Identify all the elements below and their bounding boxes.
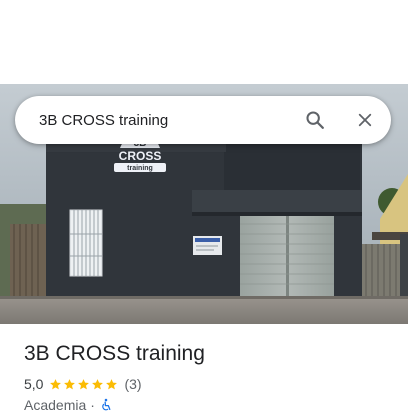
review-count[interactable]: (3) (124, 376, 141, 392)
star-icon (92, 378, 104, 389)
category-row: Academia · (24, 396, 113, 414)
search-button[interactable] (301, 106, 329, 134)
place-title: 3B CROSS training (24, 342, 205, 365)
sign-line-2: training (127, 165, 153, 172)
rating-value: 5,0 (24, 376, 44, 392)
star-icon (64, 378, 76, 389)
star-icon (78, 378, 90, 389)
sign-line-1: CROSS (119, 149, 162, 163)
separator-dot: · (90, 397, 95, 413)
clear-search-button[interactable] (351, 106, 379, 134)
rating-row[interactable]: 5,0 (3) (24, 375, 142, 393)
search-input[interactable] (39, 96, 289, 144)
search-bar (15, 96, 391, 144)
wheelchair-icon (102, 398, 111, 411)
star-icon (50, 378, 62, 389)
star-icon (106, 378, 118, 389)
rating-stars (49, 378, 119, 391)
place-category: Academia (24, 397, 87, 413)
close-icon (358, 113, 372, 127)
search-icon (306, 111, 324, 129)
